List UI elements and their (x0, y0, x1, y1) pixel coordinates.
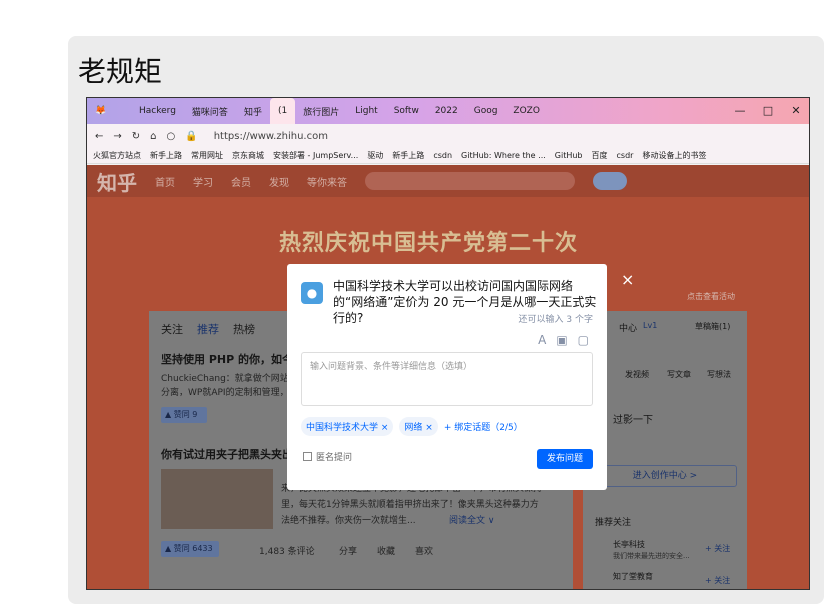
bookmark-item[interactable]: csdn (433, 151, 452, 160)
topic-tag-label: 中国科学技术大学 (306, 423, 379, 433)
tab-6[interactable]: Light (347, 98, 385, 124)
bookmark-item[interactable]: 火狐官方站点 (93, 150, 141, 161)
bookmark-item[interactable]: 移动设备上的书签 (642, 150, 706, 161)
bookmark-item[interactable]: 常用网址 (191, 150, 223, 161)
bookmark-item[interactable]: GitHub (555, 151, 583, 160)
maximize-icon[interactable]: □ (755, 98, 781, 124)
chat-message-text: 老规矩 (78, 55, 163, 88)
bind-topic-button[interactable]: + 绑定话题（2/5） (444, 420, 523, 433)
font-icon[interactable]: A (538, 333, 546, 347)
close-window-icon[interactable]: ✕ (783, 98, 809, 124)
browser-tab-strip: 🦊 Hackerg 猫咪问答 知乎 (1 旅行图片 Light Softw 20… (87, 98, 809, 124)
bookmark-item[interactable]: csdr (617, 151, 634, 160)
bookmark-item[interactable]: 驱动 (367, 150, 383, 161)
browser-nav-bar: ← → ↻ ⌂ ○ 🔒 https://www.zhihu.com (87, 124, 809, 148)
firefox-icon[interactable]: 🦊 (87, 98, 131, 124)
tab-active[interactable]: (1 (269, 98, 296, 124)
tab-5[interactable]: 旅行图片 (295, 98, 347, 124)
tab-8[interactable]: 2022 (427, 98, 466, 124)
bookmark-item[interactable]: GitHub: Where the ... (461, 151, 546, 160)
topic-tag[interactable]: 中国科学技术大学 × (301, 417, 394, 436)
topic-row: 中国科学技术大学 × 网络 × + 绑定话题（2/5） (301, 417, 523, 436)
desktop-frame: 老规矩 🦊 Hackerg 猫咪问答 知乎 (1 旅行图片 Light Soft… (0, 0, 829, 608)
tab-7[interactable]: Softw (386, 98, 427, 124)
bookmarks-bar: 火狐官方站点 新手上路 常用网址 京东商城 安装部署 - JumpServ...… (87, 148, 809, 164)
tab-10[interactable]: ZOZO (505, 98, 548, 124)
bookmark-item[interactable]: 京东商城 (232, 150, 264, 161)
url-field[interactable]: https://www.zhihu.com (214, 131, 328, 142)
topic-tag[interactable]: 网络 × (399, 417, 438, 436)
question-detail-textarea[interactable]: 输入问题背景、条件等详细信息（选填） (301, 352, 593, 406)
bookmark-item[interactable]: 安装部署 - JumpServ... (273, 150, 358, 161)
editor-toolbar: A ▣ ▢ (538, 333, 589, 347)
anonymous-checkbox[interactable] (303, 452, 312, 461)
bookmark-item[interactable]: 新手上路 (392, 150, 424, 161)
tab-1[interactable]: Hackerg (131, 98, 184, 124)
anonymous-option[interactable]: 匿名提问 (303, 450, 352, 463)
minimize-icon[interactable]: — (727, 98, 753, 124)
ask-question-modal: ● 中国科学技术大学可以出校访问国内国际网络的“网络通”定价为 20 元一个月是… (287, 264, 607, 490)
image-icon[interactable]: ▣ (556, 333, 567, 347)
lock-icon: 🔒 (185, 130, 198, 142)
reload-icon[interactable]: ↻ (132, 131, 140, 142)
shield-icon[interactable]: ○ (167, 131, 176, 142)
forward-icon[interactable]: → (113, 131, 121, 142)
tab-3[interactable]: 知乎 (236, 98, 270, 124)
bookmark-item[interactable]: 新手上路 (150, 150, 182, 161)
video-icon[interactable]: ▢ (578, 333, 589, 347)
tab-9[interactable]: Goog (466, 98, 506, 124)
close-icon[interactable]: × (621, 270, 634, 289)
anonymous-label: 匿名提问 (316, 453, 353, 463)
avatar: ● (301, 282, 323, 304)
bookmark-item[interactable]: 百度 (592, 150, 608, 161)
topic-tag-label: 网络 (404, 423, 423, 433)
bind-topic-label: 绑定话题（2/5） (454, 423, 523, 433)
home-icon[interactable]: ⌂ (150, 131, 156, 142)
screenshot-image[interactable]: 🦊 Hackerg 猫咪问答 知乎 (1 旅行图片 Light Softw 20… (86, 97, 810, 590)
publish-question-button[interactable]: 发布问题 (537, 449, 593, 469)
back-icon[interactable]: ← (95, 131, 103, 142)
tab-2[interactable]: 猫咪问答 (184, 98, 236, 124)
char-counter: 还可以输入 3 个字 (518, 315, 593, 325)
